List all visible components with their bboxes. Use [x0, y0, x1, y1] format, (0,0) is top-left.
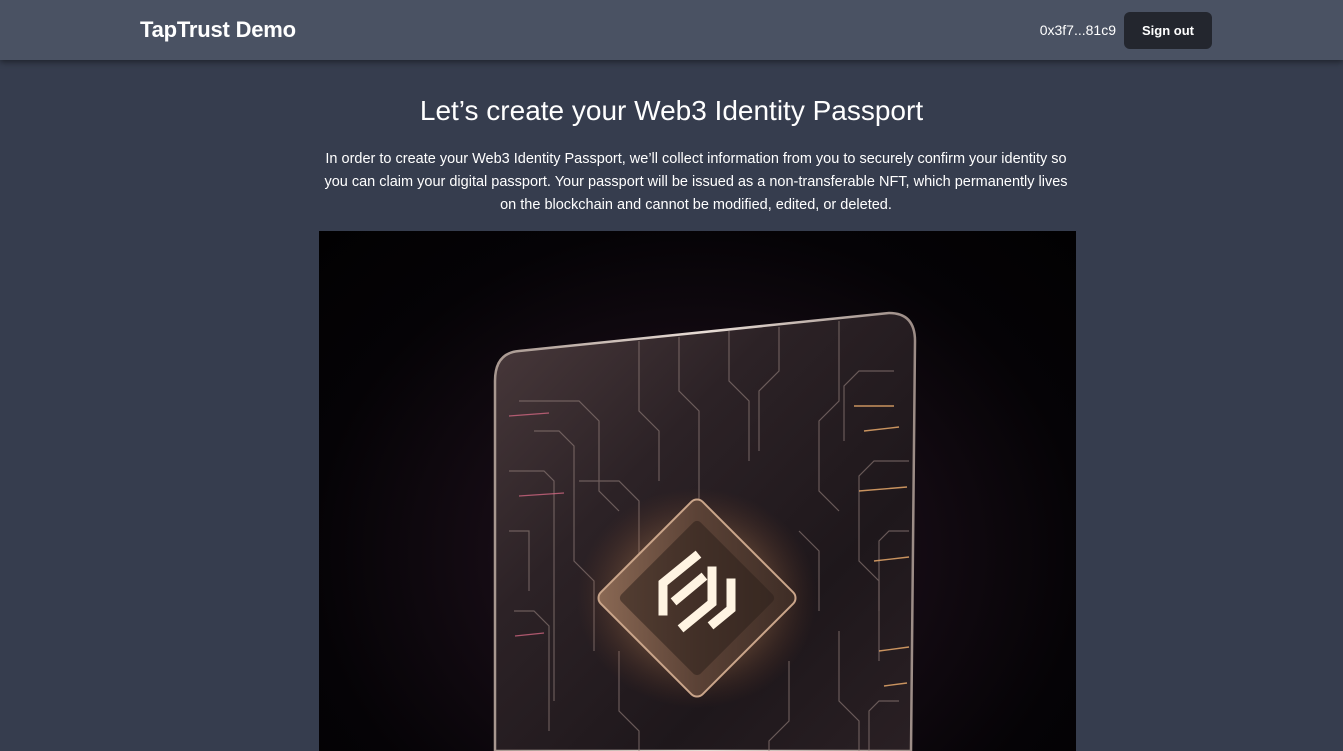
- passport-hero-image: [319, 231, 1076, 751]
- wallet-address: 0x3f7...81c9: [1039, 22, 1116, 38]
- sign-out-button[interactable]: Sign out: [1124, 12, 1212, 49]
- brand-title[interactable]: TapTrust Demo: [140, 17, 296, 43]
- top-navigation-bar: TapTrust Demo 0x3f7...81c9 Sign out: [0, 0, 1343, 60]
- intro-description: In order to create your Web3 Identity Pa…: [324, 151, 1068, 213]
- page-title: Let’s create your Web3 Identity Passport: [419, 95, 924, 126]
- passport-card-illustration: [493, 311, 917, 751]
